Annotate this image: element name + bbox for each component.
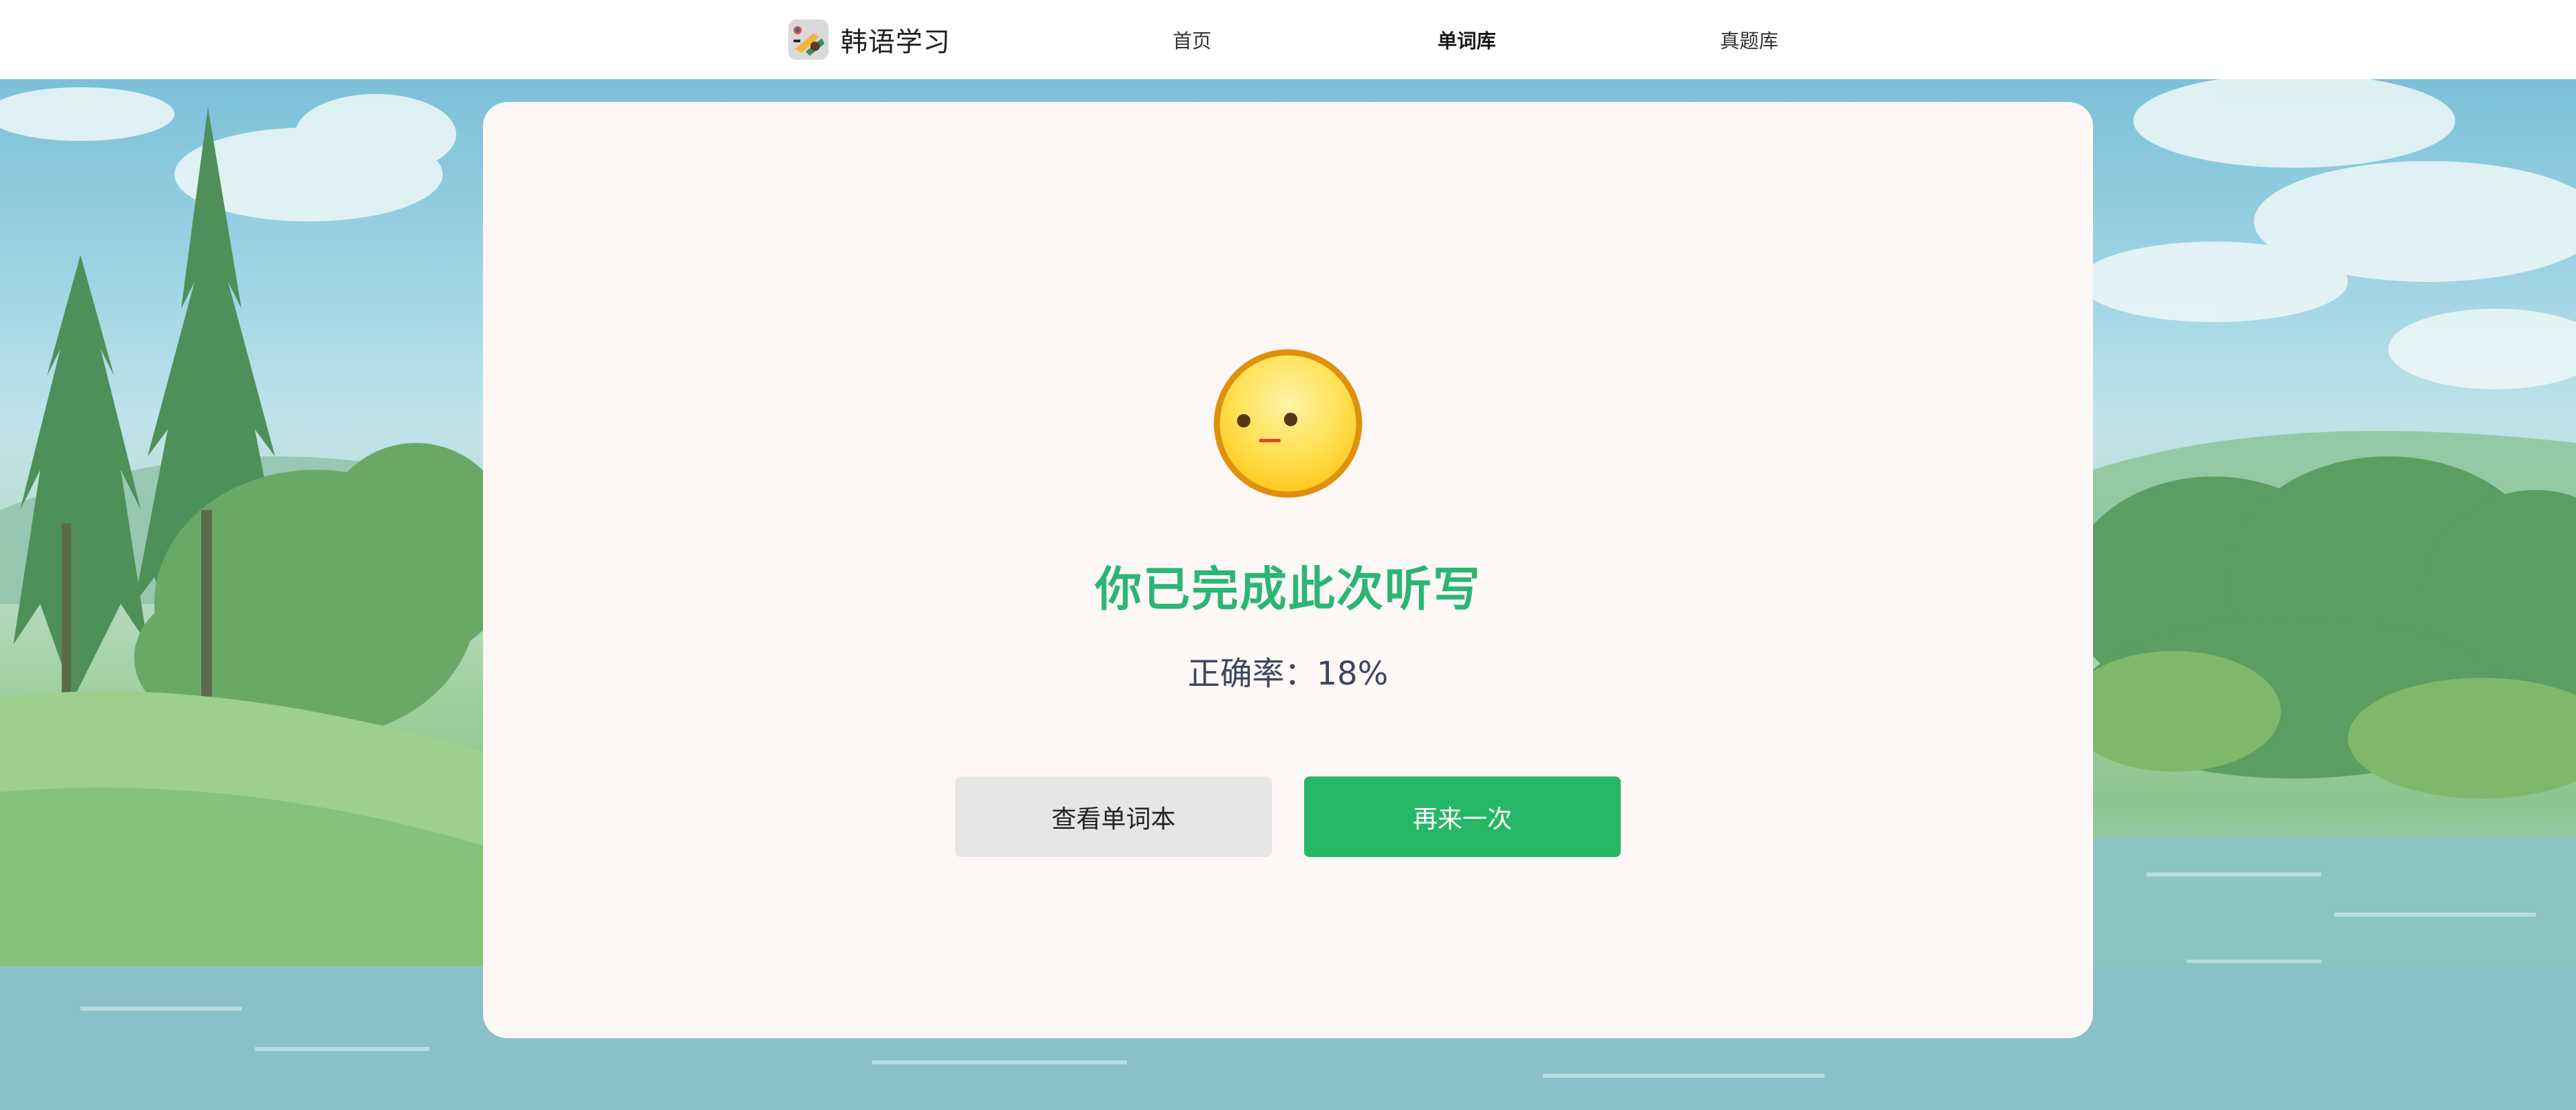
accuracy-text: 正确率：18% [1187,655,1389,693]
nav-wordbank[interactable]: 单词库 [1438,26,1496,54]
nav-exam-bank[interactable]: 真题库 [1720,26,1778,54]
dictation-result-card: 你已完成此次听写 正确率：18% 查看单词本 再来一次 [483,102,2093,1038]
brand[interactable]: 韩语学习 [788,19,951,60]
neutral-face-icon [1214,349,1362,498]
result-title: 你已完成此次听写 [1095,562,1481,617]
app-title: 韩语学习 [841,27,951,58]
korean-learning-logo-icon [788,19,828,60]
retry-button[interactable]: 再来一次 [1304,776,1621,857]
nav-home[interactable]: 首页 [1173,26,1212,54]
view-wordbook-button[interactable]: 查看单词本 [955,776,1272,857]
top-navigation-bar: 韩语学习 首页 单词库 真题库 [0,0,2576,79]
